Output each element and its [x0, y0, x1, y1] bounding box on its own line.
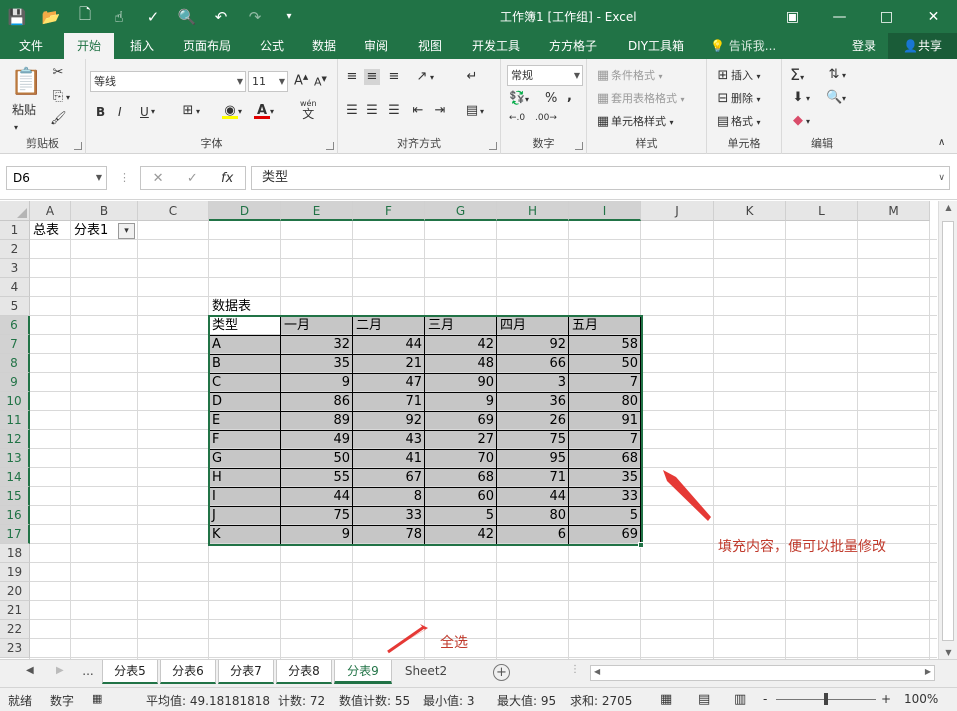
- add-sheet-icon[interactable]: +: [493, 664, 510, 681]
- status-ready: 就绪: [8, 694, 33, 708]
- sheet-tab[interactable]: 分表8: [276, 660, 332, 684]
- more-sheets-button[interactable]: ...: [76, 660, 100, 684]
- sheet-tab-bar: ◀ ▶ ... 分表5 分表6 分表7 分表8 分表9 Sheet2 + ⋮ ◀…: [0, 659, 957, 687]
- page-layout-view-icon[interactable]: ▤: [698, 692, 710, 707]
- tab-split-grip-icon[interactable]: ⋮: [570, 664, 580, 675]
- sheet-tab[interactable]: 分表6: [160, 660, 216, 684]
- status-numlock: 数字: [50, 694, 75, 708]
- sheet-tab[interactable]: 分表7: [218, 660, 274, 684]
- prev-sheet-icon[interactable]: ◀: [26, 665, 34, 676]
- status-max: 最大值: 95: [497, 694, 557, 708]
- annotation-fill-text: 填充内容，便可以批量修改: [718, 539, 886, 555]
- scroll-left-icon[interactable]: ◀: [594, 667, 600, 676]
- page-break-view-icon[interactable]: ▥: [734, 692, 746, 707]
- arrow-select-all-line: [387, 625, 425, 654]
- status-count: 计数: 72: [278, 694, 326, 708]
- next-sheet-icon[interactable]: ▶: [56, 665, 64, 676]
- status-min: 最小值: 3: [423, 694, 475, 708]
- status-average: 平均值: 49.18181818: [146, 694, 271, 708]
- zoom-out-button[interactable]: -: [763, 692, 767, 706]
- arrow-fill-annotation: [663, 470, 711, 521]
- normal-view-icon[interactable]: ▦: [660, 692, 672, 707]
- annotation-arrows: [387, 470, 711, 654]
- status-bar: 就绪 数字 ▦ 平均值: 49.18181818 计数: 72 数值计数: 55…: [0, 687, 957, 711]
- sheet-tab-active[interactable]: 分表9: [334, 660, 392, 684]
- zoom-slider-thumb[interactable]: [824, 693, 828, 705]
- macro-record-icon[interactable]: ▦: [92, 692, 102, 705]
- horizontal-scrollbar[interactable]: ◀ ▶: [590, 665, 935, 681]
- scroll-right-icon[interactable]: ▶: [925, 667, 931, 676]
- annotation-select-all-text: 全选: [440, 635, 468, 651]
- status-numeric-count: 数值计数: 55: [339, 694, 411, 708]
- zoom-level[interactable]: 100%: [904, 692, 938, 706]
- status-sum: 求和: 2705: [570, 694, 633, 708]
- sheet-tab[interactable]: Sheet2: [396, 660, 456, 684]
- zoom-in-button[interactable]: +: [881, 692, 891, 706]
- sheet-tab[interactable]: 分表5: [102, 660, 158, 684]
